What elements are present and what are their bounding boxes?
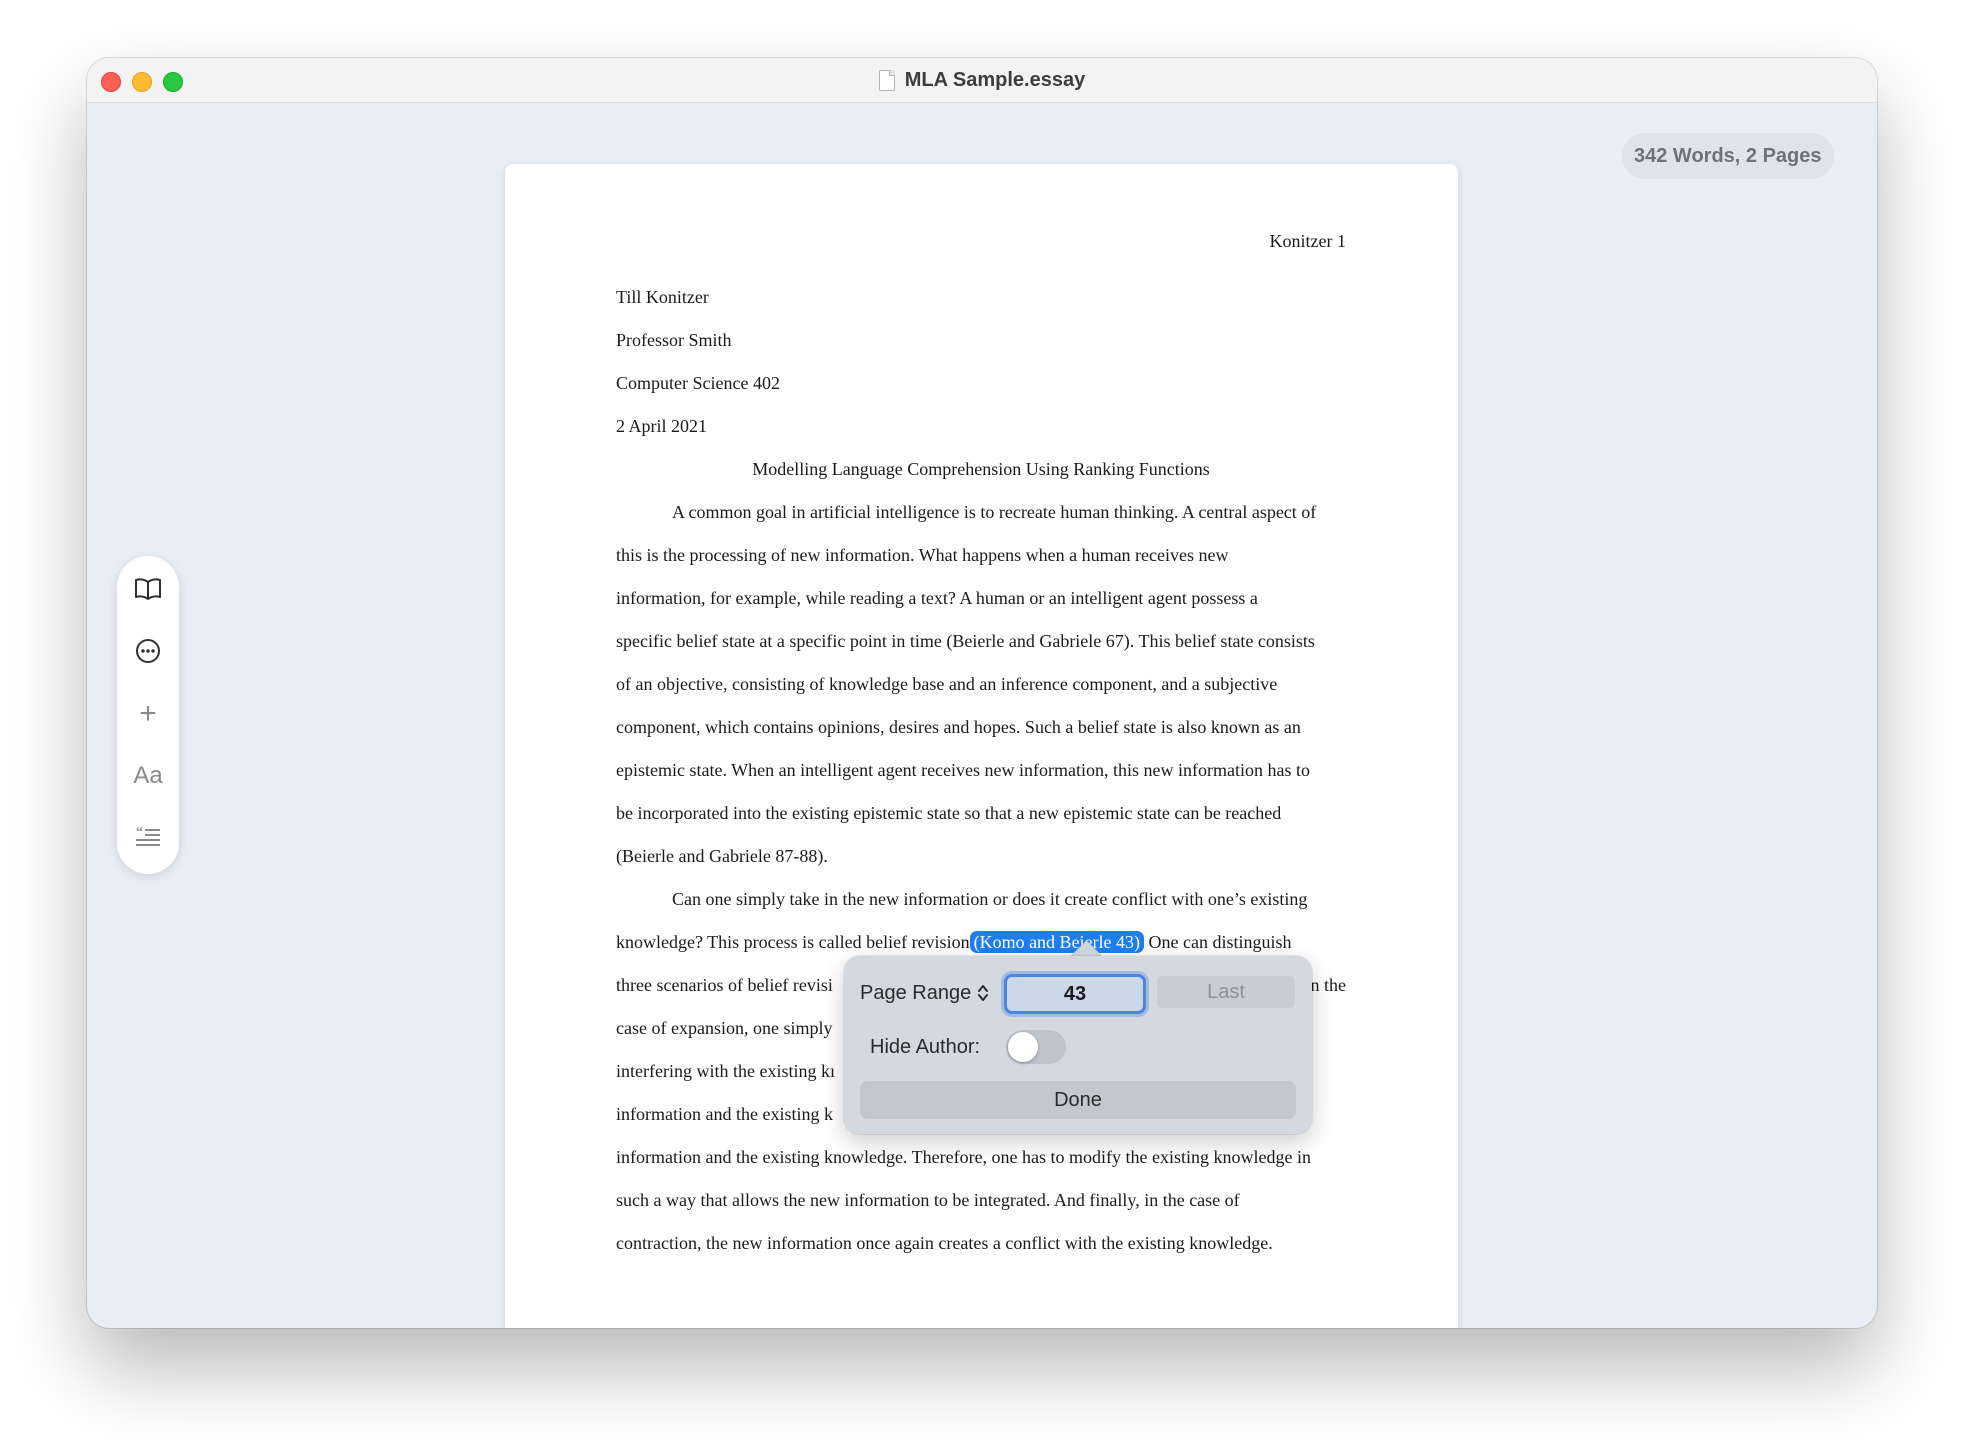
paragraph-line: (Beierle and Gabriele 87-88). [616, 846, 828, 866]
app-window: MLA Sample.essay 342 Words, 2 Pages Koni… [87, 58, 1877, 1328]
essay-date: 2 April 2021 [616, 416, 708, 436]
toggle-knob [1008, 1032, 1038, 1062]
document-icon [878, 69, 895, 91]
quote-list-icon[interactable]: “ [128, 818, 168, 858]
running-header: Konitzer 1 [1269, 231, 1346, 251]
book-icon[interactable] [128, 569, 168, 609]
paragraph-line: contraction, the new information once ag… [616, 1233, 1273, 1253]
paragraph-line: specific belief state at a specific poin… [616, 631, 1315, 651]
page-range-label: Page Range [860, 981, 972, 1004]
page-range-last-input[interactable]: Last [1157, 976, 1295, 1008]
paragraph-line: such a way that allows the new informati… [616, 1190, 1240, 1210]
line-left-fragment: three scenarios of belief revisi [616, 975, 833, 995]
professor-name: Professor Smith [616, 330, 732, 350]
paragraph-line: A common goal in artificial intelligence… [672, 502, 1317, 522]
line-right-fragment: n the [1310, 975, 1347, 995]
window-title: MLA Sample.essay [87, 58, 1877, 102]
svg-text:“: “ [136, 826, 143, 840]
hide-author-label: Hide Author: [870, 1035, 981, 1058]
chevron-updown-icon [978, 985, 989, 1001]
citation-popover: Page Range 43 Last Hide Author: Done [844, 956, 1312, 1134]
author-name: Till Konitzer [616, 287, 709, 307]
font-icon[interactable]: Aa [128, 756, 168, 796]
line-left-fragment: information and the existing k [616, 1104, 833, 1124]
citation-line-after: One can distinguish [1144, 932, 1292, 952]
paragraph-line: information, for example, while reading … [616, 588, 1258, 608]
done-button[interactable]: Done [860, 1081, 1296, 1119]
page-range-selector[interactable]: Page Range [860, 976, 989, 1010]
quote-list-icon-glyph: “ [136, 826, 160, 846]
course-name: Computer Science 402 [616, 373, 780, 393]
window-title-text: MLA Sample.essay [904, 68, 1086, 91]
document-page[interactable]: Konitzer 1 Till Konitzer Professor Smith… [505, 164, 1458, 1328]
citation-line-before: knowledge? This process is called belief… [616, 932, 970, 952]
page-range-first-input[interactable]: 43 [1004, 974, 1146, 1014]
paragraph-line: Can one simply take in the new informati… [672, 889, 1308, 909]
line-left-fragment: interfering with the existing kı [616, 1061, 835, 1081]
book-icon-glyph [135, 578, 161, 600]
word-count-badge[interactable]: 342 Words, 2 Pages [1622, 133, 1834, 179]
paragraph-line: be incorporated into the existing episte… [616, 803, 1282, 823]
more-icon-glyph [136, 639, 160, 663]
essay-title: Modelling Language Comprehension Using R… [752, 459, 1210, 479]
paragraph-line: information and the existing knowledge. … [616, 1147, 1312, 1167]
side-toolbar: + Aa “ [117, 556, 179, 874]
line-left-fragment: case of expansion, one simply [616, 1018, 833, 1038]
paragraph-line: of an objective, consisting of knowledge… [616, 674, 1278, 694]
paragraph-line: component, which contains opinions, desi… [616, 717, 1301, 737]
more-icon[interactable] [128, 631, 168, 671]
selected-citation[interactable]: (Komo and Beierle 43) [969, 931, 1145, 953]
hide-author-toggle[interactable] [1006, 1030, 1066, 1064]
paragraph-line: epistemic state. When an intelligent age… [616, 760, 1310, 780]
title-bar[interactable]: MLA Sample.essay [87, 58, 1877, 103]
plus-icon[interactable]: + [128, 694, 168, 734]
paragraph-line: this is the processing of new informatio… [616, 545, 1229, 565]
